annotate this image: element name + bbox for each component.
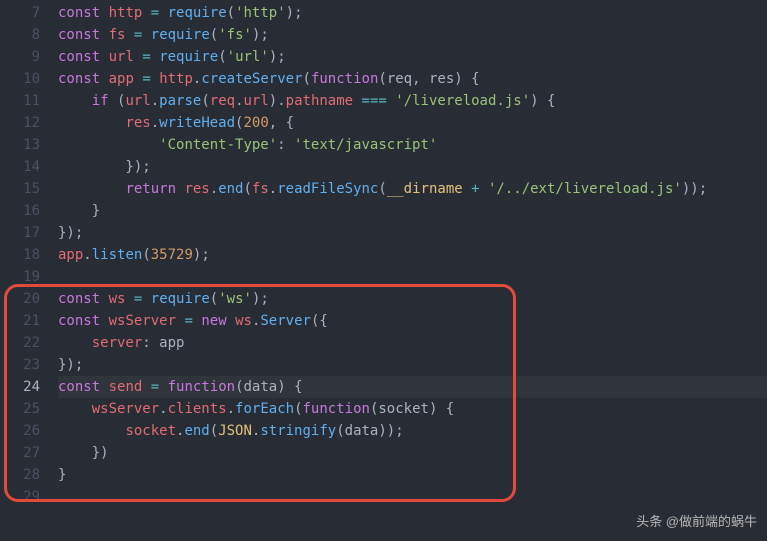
code-line: const url = require('url'); [58,46,767,68]
line-number: 8 [0,24,40,46]
code-line: if (url.parse(req.url).pathname === '/li… [58,90,767,112]
code-line: } [58,200,767,222]
code-line: server: app [58,332,767,354]
code-line: const wsServer = new ws.Server({ [58,310,767,332]
line-number: 25 [0,398,40,420]
watermark-text: 头条 @做前端的蜗牛 [636,511,757,533]
line-number: 10 [0,68,40,90]
code-line: res.writeHead(200, { [58,112,767,134]
line-number: 13 [0,134,40,156]
code-line [58,266,767,288]
line-number: 15 [0,178,40,200]
line-number: 20 [0,288,40,310]
line-number: 12 [0,112,40,134]
line-number: 26 [0,420,40,442]
code-line: } [58,464,767,486]
line-number: 11 [0,90,40,112]
line-number-gutter: 7891011121314151617181920212223242526272… [0,2,58,508]
line-number: 14 [0,156,40,178]
code-editor: 7891011121314151617181920212223242526272… [0,0,767,508]
line-number: 27 [0,442,40,464]
code-line: }) [58,442,767,464]
line-number: 24 [0,376,40,398]
code-line: return res.end(fs.readFileSync(__dirname… [58,178,767,200]
code-line: 'Content-Type': 'text/javascript' [58,134,767,156]
code-line: }); [58,156,767,178]
line-number: 7 [0,2,40,24]
line-number: 18 [0,244,40,266]
code-line: }); [58,222,767,244]
line-number: 23 [0,354,40,376]
code-line: socket.end(JSON.stringify(data)); [58,420,767,442]
code-line: wsServer.clients.forEach(function(socket… [58,398,767,420]
code-area: const http = require('http');const fs = … [58,2,767,508]
line-number: 28 [0,464,40,486]
code-line: const ws = require('ws'); [58,288,767,310]
code-line: const fs = require('fs'); [58,24,767,46]
code-line [58,486,767,508]
code-line: const app = http.createServer(function(r… [58,68,767,90]
code-line: const send = function(data) { [58,376,767,398]
line-number: 16 [0,200,40,222]
line-number: 17 [0,222,40,244]
line-number: 21 [0,310,40,332]
line-number: 9 [0,46,40,68]
line-number: 29 [0,486,40,508]
line-number: 19 [0,266,40,288]
code-line: const http = require('http'); [58,2,767,24]
code-line: app.listen(35729); [58,244,767,266]
code-line: }); [58,354,767,376]
line-number: 22 [0,332,40,354]
